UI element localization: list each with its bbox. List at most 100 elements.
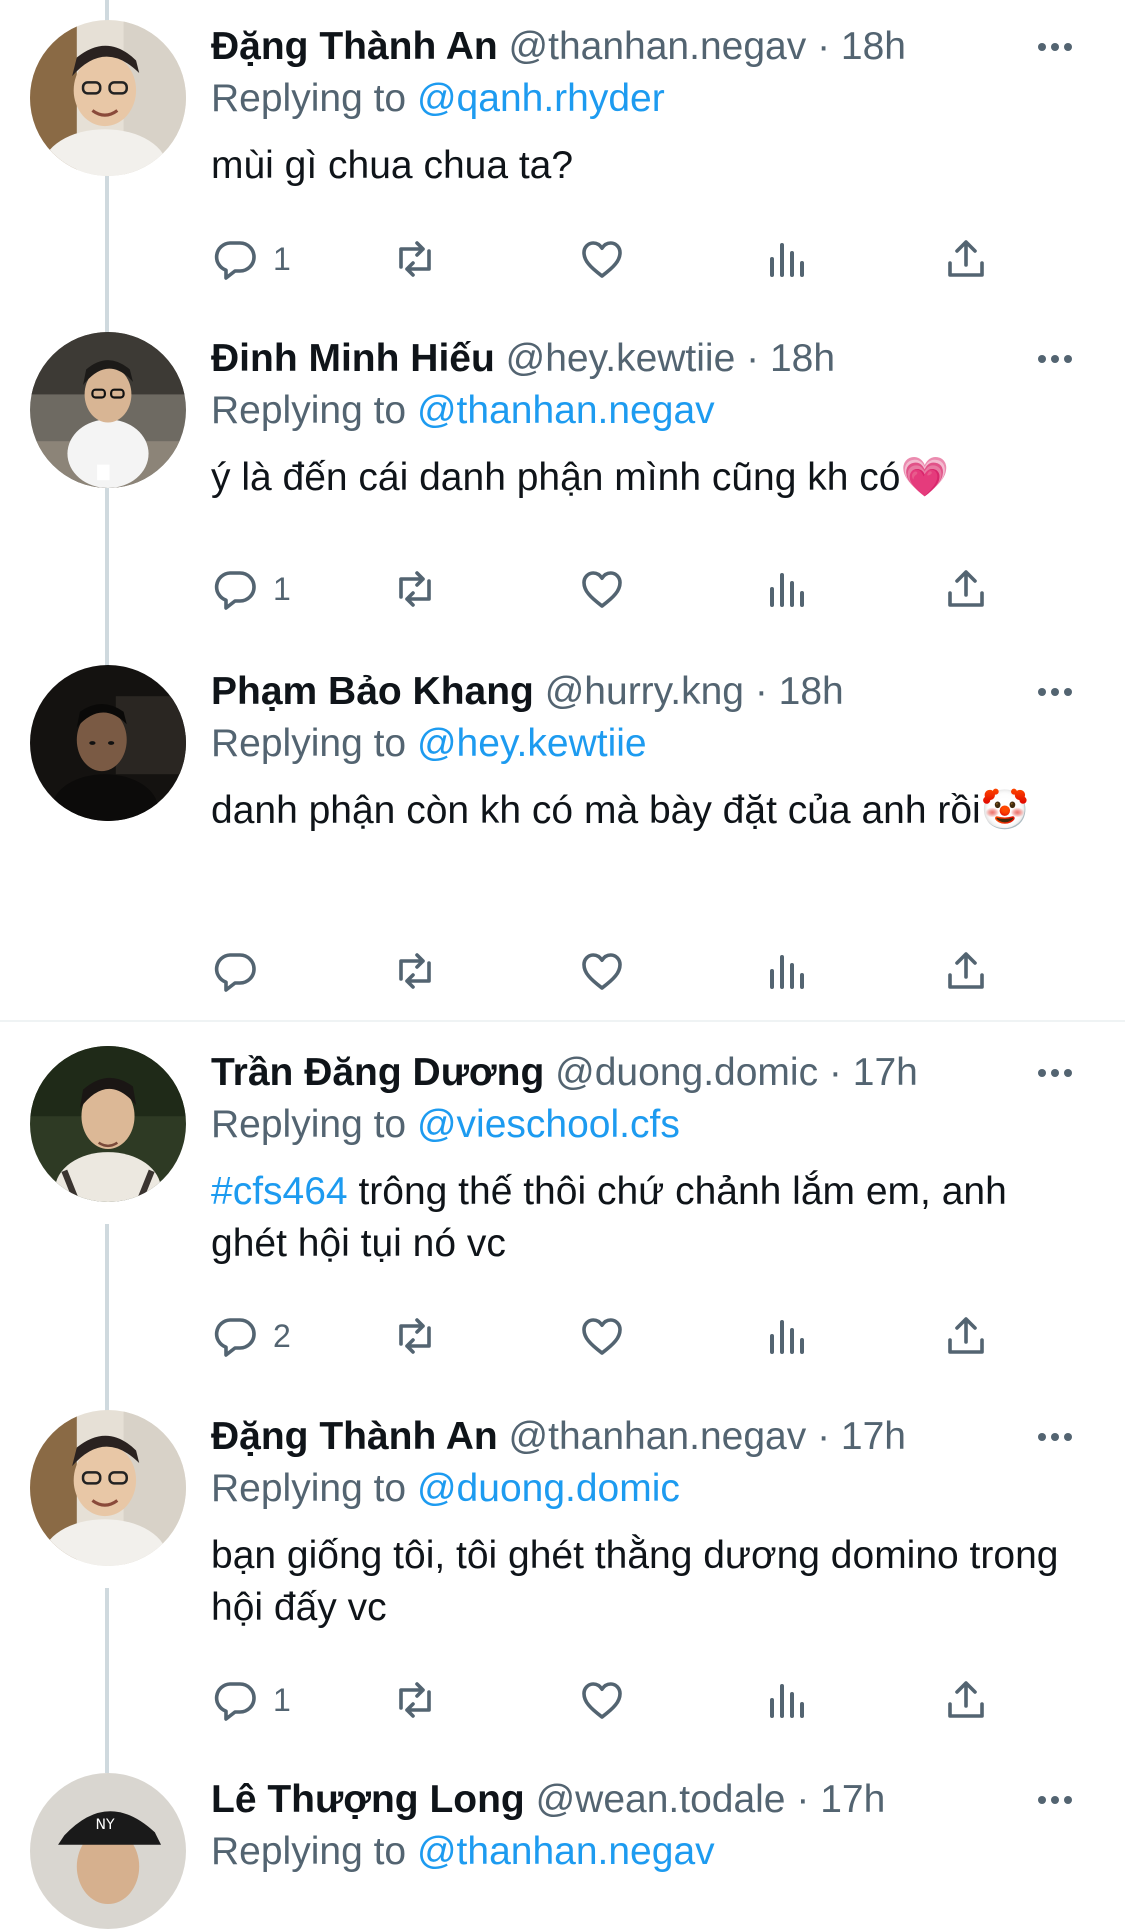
replying-to-label: Replying to	[211, 722, 407, 765]
display-name[interactable]: Đinh Minh Hiếu	[211, 337, 495, 380]
avatar[interactable]	[30, 332, 186, 488]
action-bar: 1	[211, 229, 1011, 289]
views-button[interactable]	[762, 229, 810, 289]
avatar-image	[30, 1410, 186, 1566]
avatar[interactable]: NY	[30, 1773, 186, 1929]
display-name[interactable]: Phạm Bảo Khang	[211, 670, 534, 713]
share-icon	[948, 1317, 984, 1354]
user-handle[interactable]: @thanhan.negav	[509, 1415, 807, 1458]
mention-link[interactable]: @thanhan.negav	[417, 389, 715, 432]
reply-count: 1	[273, 240, 291, 277]
retweet-button[interactable]	[391, 1306, 439, 1366]
more-options-button[interactable]	[1030, 1775, 1080, 1825]
user-handle[interactable]: @duong.domic	[555, 1051, 818, 1094]
retweet-button[interactable]	[391, 941, 439, 1001]
bar-chart-icon	[770, 955, 804, 989]
hashtag-link[interactable]: #cfs464	[211, 1170, 348, 1213]
views-button[interactable]	[762, 1670, 810, 1730]
retweet-icon	[399, 1682, 431, 1718]
share-button[interactable]	[942, 1670, 990, 1730]
replying-to: Replying to @hey.kewtiie	[211, 719, 647, 769]
replying-to: Replying to @qanh.rhyder	[211, 74, 665, 124]
separator-dot: ·	[746, 337, 760, 380]
more-options-button[interactable]	[1030, 334, 1080, 384]
user-handle[interactable]: @wean.todale	[536, 1778, 786, 1821]
mention-link[interactable]: @hey.kewtiie	[417, 722, 647, 765]
like-button[interactable]	[578, 229, 626, 289]
mention-link[interactable]: @qanh.rhyder	[417, 77, 665, 120]
timestamp[interactable]: 17h	[841, 1415, 906, 1458]
tweet-text: ý là đến cái danh phận mình cũng kh có💗	[211, 452, 1081, 504]
display-name[interactable]: Trần Đăng Dương	[211, 1051, 544, 1094]
tweet-text: mùi gì chua chua ta?	[211, 140, 1081, 192]
display-name[interactable]: Đặng Thành An	[211, 1415, 498, 1458]
svg-text:NY: NY	[96, 1817, 115, 1833]
separator-dot: ·	[817, 25, 831, 68]
heart-icon	[582, 953, 622, 990]
timestamp[interactable]: 17h	[820, 1778, 885, 1821]
user-handle[interactable]: @thanhan.negav	[509, 25, 807, 68]
timestamp[interactable]: 18h	[841, 25, 906, 68]
tweet-text: bạn giống tôi, tôi ghét thằng dương domi…	[211, 1530, 1081, 1634]
reply-button[interactable]: 1	[211, 229, 291, 289]
share-button[interactable]	[942, 1306, 990, 1366]
replying-to: Replying to @vieschool.cfs	[211, 1100, 680, 1150]
more-dots-icon	[1038, 355, 1072, 363]
user-handle[interactable]: @hey.kewtiie	[506, 337, 736, 380]
timestamp[interactable]: 18h	[770, 337, 835, 380]
avatar[interactable]	[30, 1410, 186, 1566]
retweet-icon	[399, 571, 431, 607]
bar-chart-icon	[770, 1320, 804, 1354]
more-options-button[interactable]	[1030, 667, 1080, 717]
retweet-button[interactable]	[391, 229, 439, 289]
display-name[interactable]: Lê Thượng Long	[211, 1778, 525, 1821]
avatar[interactable]	[30, 665, 186, 821]
reply-icon	[214, 1682, 256, 1721]
more-options-button[interactable]	[1030, 1412, 1080, 1462]
views-button[interactable]	[762, 941, 810, 1001]
share-icon	[948, 240, 984, 277]
avatar[interactable]	[30, 20, 186, 176]
mention-link[interactable]: @thanhan.negav	[417, 1830, 715, 1873]
retweet-icon	[399, 241, 431, 277]
like-button[interactable]	[578, 1670, 626, 1730]
retweet-button[interactable]	[391, 1670, 439, 1730]
tweet-header: Lê Thượng Long @wean.todale · 17h	[211, 1775, 885, 1825]
views-button[interactable]	[762, 1306, 810, 1366]
retweet-icon	[399, 953, 431, 989]
tweet-header: Đặng Thành An @thanhan.negav · 17h	[211, 1412, 906, 1462]
reply-button[interactable]: 2	[211, 1306, 291, 1366]
timestamp[interactable]: 18h	[779, 670, 844, 713]
share-button[interactable]	[942, 559, 990, 619]
more-dots-icon	[1038, 688, 1072, 696]
retweet-icon	[399, 1318, 431, 1354]
avatar[interactable]	[30, 1046, 186, 1202]
like-button[interactable]	[578, 941, 626, 1001]
replying-to-label: Replying to	[211, 77, 407, 120]
views-button[interactable]	[762, 559, 810, 619]
tweet-text: #cfs464 trông thế thôi chứ chảnh lắm em,…	[211, 1166, 1081, 1270]
replying-to-label: Replying to	[211, 1103, 407, 1146]
display-name[interactable]: Đặng Thành An	[211, 25, 498, 68]
reply-count: 1	[273, 1681, 291, 1718]
user-handle[interactable]: @hurry.kng	[545, 670, 744, 713]
heart-icon	[582, 1318, 622, 1355]
more-options-button[interactable]	[1030, 1048, 1080, 1098]
reply-button[interactable]: 1	[211, 559, 291, 619]
tweet-body: mùi gì chua chua ta?	[211, 144, 574, 187]
timestamp[interactable]: 17h	[853, 1051, 918, 1094]
like-button[interactable]	[578, 559, 626, 619]
replying-to: Replying to @thanhan.negav	[211, 1827, 715, 1877]
reply-button[interactable]	[211, 941, 273, 1001]
mention-link[interactable]: @vieschool.cfs	[417, 1103, 680, 1146]
share-button[interactable]	[942, 229, 990, 289]
retweet-button[interactable]	[391, 559, 439, 619]
mention-link[interactable]: @duong.domic	[417, 1467, 680, 1510]
reply-icon	[214, 571, 256, 610]
reply-button[interactable]: 1	[211, 1670, 291, 1730]
share-button[interactable]	[942, 941, 990, 1001]
reply-icon	[214, 241, 256, 280]
more-options-button[interactable]	[1030, 22, 1080, 72]
reply-count: 2	[273, 1317, 291, 1354]
like-button[interactable]	[578, 1306, 626, 1366]
